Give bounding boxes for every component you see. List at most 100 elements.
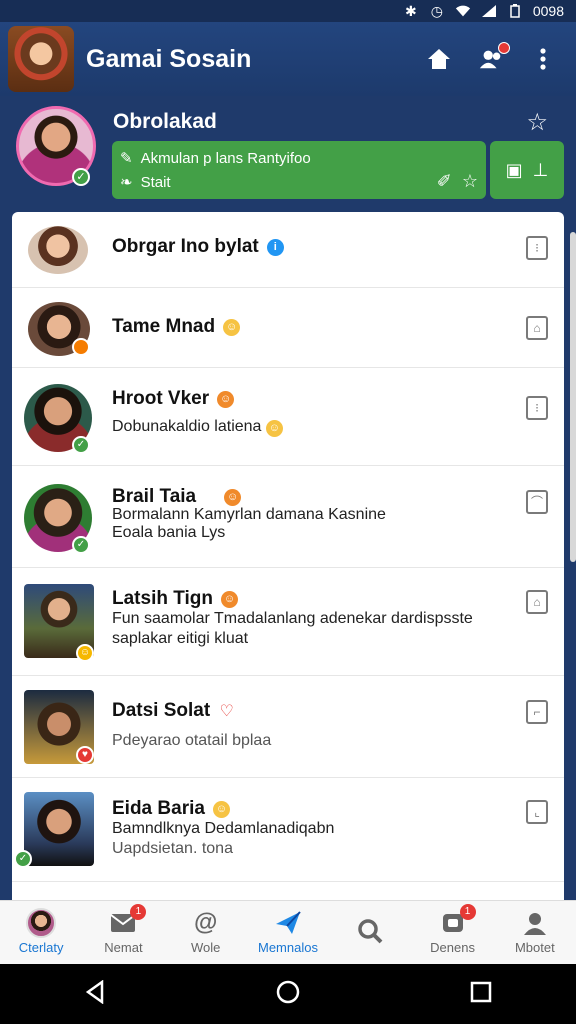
avatar	[28, 226, 88, 274]
nav-item-profile[interactable]: Cterlaty	[0, 901, 82, 964]
mail-icon: 1	[108, 904, 147, 936]
friends-notification-dot	[498, 42, 510, 54]
status-line-2: Stait	[140, 173, 171, 191]
more-options-icon[interactable]	[530, 46, 556, 72]
chat-preview: Bamndlknya Dedamlanadiqabn	[112, 820, 335, 837]
emoji-icon: ☺	[217, 390, 235, 408]
chat-item[interactable]: Obrgar Ino bylat i ⁝	[12, 212, 564, 288]
chat-name: Hroot Vker ☺	[112, 388, 235, 410]
chat-name: Datsi Solat ♡	[112, 700, 234, 721]
nav-item-send[interactable]: Memnalos	[247, 901, 329, 964]
person-icon	[520, 910, 550, 936]
chat-item[interactable]: ✓ Brail Taia ☺ Bormalann Kamyrlan damana…	[12, 466, 564, 568]
chat-name: Brail Taia ☺	[112, 486, 242, 508]
chat-item[interactable]: ✓ Eida Baria ☺ Bamndlknya Dedamlanadiqab…	[12, 778, 564, 882]
chat-name: Tame Mnad ☺	[112, 316, 241, 338]
chat-item[interactable]: Tame Mnad ☺ ⌂	[12, 288, 564, 368]
camera-icon[interactable]: ▣	[506, 160, 523, 181]
chat-item[interactable]: ♥ Datsi Solat ♡ Pdeyarao otatail bplaa ⌐	[12, 676, 564, 778]
home-icon[interactable]	[426, 46, 452, 72]
bookmark-icon[interactable]: ⌞	[526, 800, 548, 824]
chat-preview-line2: Eoala bania Lys	[112, 524, 226, 541]
at-icon: @	[194, 909, 218, 936]
battery-icon	[507, 4, 523, 18]
chat-name: Latsih Tign ☺	[112, 588, 238, 610]
nav-item-account[interactable]: Mbotet	[494, 901, 576, 964]
status-line-1: Akmulan p lans Rantyifoo	[140, 149, 311, 167]
status-bar: ✱ ◷ 0098	[0, 0, 576, 22]
home-circle-icon[interactable]	[275, 979, 301, 1010]
smile-emoji-icon: ☺	[212, 800, 230, 818]
nav-label: Mbotet	[514, 940, 555, 955]
bookmark-icon[interactable]: ⌒	[526, 490, 548, 514]
bookmark-icon[interactable]: ⁝	[526, 396, 548, 420]
avatar-icon	[26, 908, 57, 938]
app-title: Gamai Sosain	[86, 44, 252, 73]
paper-plane-icon	[273, 910, 303, 936]
status-time: 0098	[532, 3, 564, 19]
bookmark-icon[interactable]: ⌐	[526, 700, 548, 724]
nav-label: Wole	[191, 940, 221, 955]
favorite-star-icon[interactable]: ☆	[526, 108, 548, 137]
leaf-icon: ❧	[120, 174, 133, 191]
system-nav-bar	[0, 964, 576, 1024]
avatar	[24, 792, 94, 866]
star-outline-icon[interactable]: ☆	[462, 171, 478, 192]
chat-preview: Fun saamolar Tmadalanlang adenekar dardi…	[112, 610, 473, 627]
friends-icon[interactable]	[478, 42, 510, 72]
nav-item-chats[interactable]: 1 Denens	[411, 901, 493, 964]
search-icon	[355, 918, 385, 944]
chat-preview: Bormalann Kamyrlan damana Kasnine	[112, 506, 386, 523]
status-badge: ♥	[76, 746, 94, 764]
scrollbar[interactable]	[570, 232, 576, 562]
alarm-icon: ◷	[430, 2, 443, 19]
nav-label: Nemat	[104, 940, 143, 955]
app-logo	[8, 26, 74, 92]
nav-badge: 1	[459, 904, 476, 920]
recents-icon[interactable]	[470, 981, 492, 1008]
online-badge: ✓	[72, 168, 90, 186]
profile-name: Obrolakad	[113, 110, 217, 133]
emoji-icon: ☺	[224, 488, 242, 506]
chat-item[interactable]: ✓ Hroot Vker ☺ Dobunakaldio latiena ☺ ⁝	[12, 368, 564, 466]
online-badge: ✓	[72, 436, 90, 454]
nav-label: Denens	[430, 940, 475, 955]
upload-icon[interactable]: ⊥	[533, 160, 549, 181]
emoji-icon: ☺	[220, 590, 238, 608]
back-icon[interactable]	[84, 979, 106, 1009]
bookmark-icon[interactable]: ⌂	[526, 316, 548, 340]
nav-item-mentions[interactable]: @ Wole	[165, 901, 247, 964]
chat-item[interactable]: ☺ Latsih Tign ☺ Fun saamolar Tmadalanlan…	[12, 568, 564, 676]
status-badge	[72, 338, 90, 356]
smile-emoji-icon: ☺	[223, 318, 241, 336]
profile-actions-card[interactable]: ▣ ⊥	[490, 141, 564, 199]
bottom-nav: Cterlaty 1 Nemat @ Wole Memnalos 1 Denen…	[0, 900, 576, 964]
nav-item-search[interactable]	[329, 901, 411, 964]
nav-badge: 1	[130, 904, 147, 920]
chat-list: Obrgar Ino bylat i ⁝ Tame Mnad ☺ ⌂ ✓ Hro…	[12, 212, 564, 900]
chat-preview: Dobunakaldio latiena ☺	[112, 418, 283, 437]
nav-item-messages[interactable]: 1 Nemat	[82, 901, 164, 964]
heart-icon: ♡	[219, 702, 234, 720]
bluetooth-icon: ✱	[404, 2, 417, 19]
chat-preview-line2: saplakar eitigi kluat	[112, 630, 249, 647]
nav-label: Cterlaty	[18, 940, 64, 955]
wifi-icon	[455, 4, 471, 18]
chat-icon: 1	[438, 904, 476, 936]
chat-name: Obrgar Ino bylat i	[112, 236, 284, 258]
app-bar: Gamai Sosain	[0, 22, 576, 96]
chat-preview: Pdeyarao otatail bplaa	[112, 732, 272, 749]
signal-icon	[481, 4, 497, 18]
edit-icon[interactable]: ✐	[437, 171, 452, 192]
profile-header: ✓ Obrolakad ☆ ✎ Akmulan p lans Rantyifoo …	[0, 96, 576, 210]
bookmark-icon[interactable]: ⁝	[526, 236, 548, 260]
bookmark-icon[interactable]: ⌂	[526, 590, 548, 614]
online-badge: ✓	[14, 850, 32, 868]
chat-name: Eida Baria ☺	[112, 798, 230, 820]
status-badge: ☺	[76, 644, 94, 662]
profile-status-card[interactable]: ✎ Akmulan p lans Rantyifoo ❧ Stait ✐ ☆	[112, 141, 486, 199]
smile-emoji-icon: ☺	[265, 420, 283, 437]
info-emoji-icon: i	[266, 238, 284, 256]
online-badge: ✓	[72, 536, 90, 554]
chat-preview-line2: Uapdsietan. tona	[112, 840, 233, 857]
